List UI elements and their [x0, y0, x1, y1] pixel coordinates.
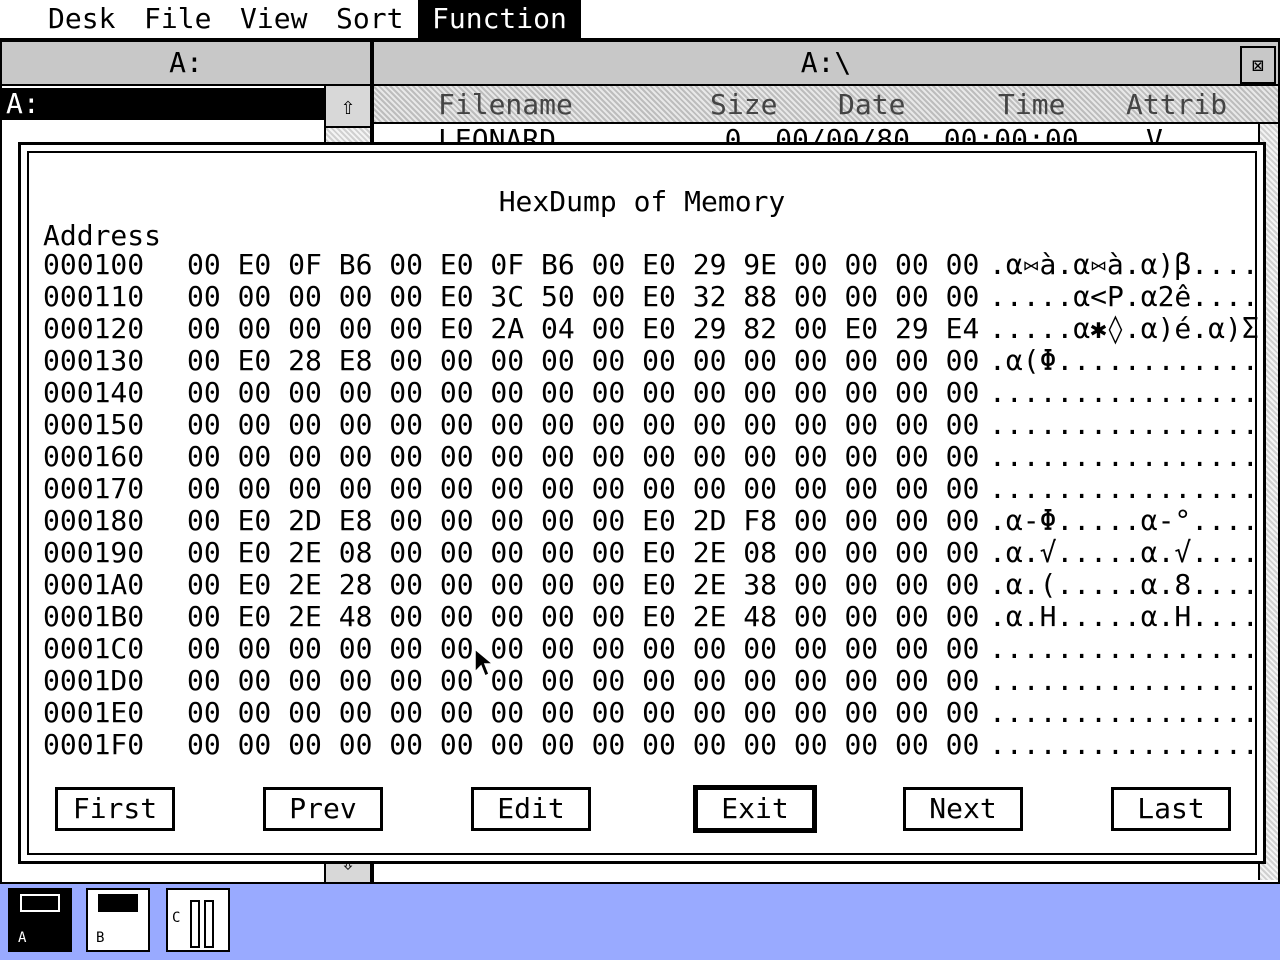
row-ascii: .α-Φ.....α-°.... [989, 504, 1259, 537]
drive-b-label: B [96, 930, 105, 946]
first-button[interactable]: First [55, 787, 175, 831]
left-window-selected-item[interactable]: A: [2, 88, 326, 120]
row-address: 000130 [43, 344, 145, 377]
mouse-pointer-icon [474, 648, 494, 678]
drive-b-icon[interactable]: B [86, 888, 150, 952]
row-ascii: .α⑅à.α⑅à.α)β.... [989, 248, 1259, 281]
menu-desk[interactable]: Desk [34, 0, 129, 38]
row-hex[interactable]: 00 00 00 00 00 E0 3C 50 00 E0 32 88 00 0… [187, 281, 979, 313]
row-address: 0001C0 [43, 632, 145, 665]
menu-bar: Desk File View Sort Function [0, 0, 1280, 40]
right-window-title[interactable]: A:\ ⊠ [374, 42, 1278, 86]
row-address: 000120 [43, 312, 145, 345]
column-attrib[interactable]: Attrib [1126, 88, 1227, 121]
row-address: 0001B0 [43, 600, 145, 633]
fuller-box-icon[interactable]: ⊠ [1240, 46, 1276, 84]
row-address: 000100 [43, 248, 145, 281]
row-hex[interactable]: 00 E0 2E 48 00 00 00 00 00 E0 2E 48 00 0… [187, 601, 979, 633]
row-address: 0001D0 [43, 664, 145, 697]
row-address: 0001A0 [43, 568, 145, 601]
dialog-title: HexDump of Memory [498, 185, 786, 218]
row-ascii: ................ [989, 472, 1259, 505]
row-address: 000140 [43, 376, 145, 409]
drive-a-icon[interactable]: A [8, 888, 72, 952]
row-ascii: .....α✱◊.α)é.α)Σ [989, 312, 1259, 345]
row-address: 000110 [43, 280, 145, 313]
prev-button[interactable]: Prev [263, 787, 383, 831]
row-hex[interactable]: 00 00 00 00 00 00 00 00 00 00 00 00 00 0… [187, 633, 979, 665]
row-hex[interactable]: 00 E0 2E 08 00 00 00 00 00 E0 2E 08 00 0… [187, 537, 979, 569]
row-ascii: ................ [989, 696, 1259, 729]
row-ascii: ................ [989, 408, 1259, 441]
row-address: 000150 [43, 408, 145, 441]
row-ascii: ................ [989, 728, 1259, 761]
row-ascii: ................ [989, 632, 1259, 665]
dialog-frame: HexDump of Memory Address 000100 00 E0 0F… [27, 151, 1259, 855]
row-address: 000190 [43, 536, 145, 569]
column-date[interactable]: Date [838, 88, 905, 121]
row-hex[interactable]: 00 00 00 00 00 00 00 00 00 00 00 00 00 0… [187, 377, 979, 409]
row-address: 0001F0 [43, 728, 145, 761]
drive-c-icon[interactable]: C [166, 888, 230, 952]
desktop: A B C [0, 884, 1280, 960]
menu-sort[interactable]: Sort [322, 0, 417, 38]
row-ascii: .α.H.....α.H.... [989, 600, 1259, 633]
row-ascii: ................ [989, 440, 1259, 473]
column-size[interactable]: Size [710, 88, 777, 121]
menu-function[interactable]: Function [418, 0, 581, 38]
right-window-title-text: A:\ [800, 46, 852, 79]
column-header: Filename Size Date Time Attrib [374, 86, 1278, 124]
row-ascii: .....α<P.α2ê.... [989, 280, 1259, 313]
row-ascii: .α(Φ............ [989, 344, 1259, 377]
disk-shutter [98, 894, 138, 912]
row-hex[interactable]: 00 E0 28 E8 00 00 00 00 00 00 00 00 00 0… [187, 345, 979, 377]
drive-a-label: A [18, 930, 27, 946]
menu-file[interactable]: File [130, 0, 225, 38]
row-hex[interactable]: 00 00 00 00 00 00 00 00 00 00 00 00 00 0… [187, 409, 979, 441]
row-ascii: .α.√.....α.√.... [989, 536, 1259, 569]
drive-c-label: C [172, 910, 181, 926]
row-hex[interactable]: 00 00 00 00 00 00 00 00 00 00 00 00 00 0… [187, 665, 979, 697]
row-hex[interactable]: 00 00 00 00 00 00 00 00 00 00 00 00 00 0… [187, 473, 979, 505]
row-address: 000160 [43, 440, 145, 473]
row-hex[interactable]: 00 00 00 00 00 00 00 00 00 00 00 00 00 0… [187, 441, 979, 473]
row-hex[interactable]: 00 E0 2E 28 00 00 00 00 00 E0 2E 38 00 0… [187, 569, 979, 601]
row-hex[interactable]: 00 00 00 00 00 00 00 00 00 00 00 00 00 0… [187, 729, 979, 761]
edit-button[interactable]: Edit [471, 787, 591, 831]
column-filename[interactable]: Filename [438, 88, 573, 121]
exit-button[interactable]: Exit [693, 785, 817, 833]
row-address: 000180 [43, 504, 145, 537]
left-window-title[interactable]: A: [2, 42, 370, 86]
scroll-up-arrow-icon[interactable]: ⇧ [326, 86, 370, 128]
row-ascii: .α.(.....α.8.... [989, 568, 1259, 601]
row-hex[interactable]: 00 E0 0F B6 00 E0 0F B6 00 E0 29 9E 00 0… [187, 249, 979, 281]
drive-bar [204, 900, 214, 948]
row-ascii: ................ [989, 664, 1259, 697]
next-button[interactable]: Next [903, 787, 1023, 831]
hexdump-dialog: HexDump of Memory Address 000100 00 E0 0F… [18, 142, 1266, 864]
row-ascii: ................ [989, 376, 1259, 409]
last-button[interactable]: Last [1111, 787, 1231, 831]
row-hex[interactable]: 00 00 00 00 00 E0 2A 04 00 E0 29 82 00 E… [187, 313, 979, 345]
drive-bar [190, 900, 200, 948]
menu-view[interactable]: View [226, 0, 321, 38]
column-time[interactable]: Time [998, 88, 1065, 121]
disk-shutter [20, 894, 60, 912]
row-address: 000170 [43, 472, 145, 505]
row-hex[interactable]: 00 E0 2D E8 00 00 00 00 00 E0 2D F8 00 0… [187, 505, 979, 537]
row-hex[interactable]: 00 00 00 00 00 00 00 00 00 00 00 00 00 0… [187, 697, 979, 729]
row-address: 0001E0 [43, 696, 145, 729]
